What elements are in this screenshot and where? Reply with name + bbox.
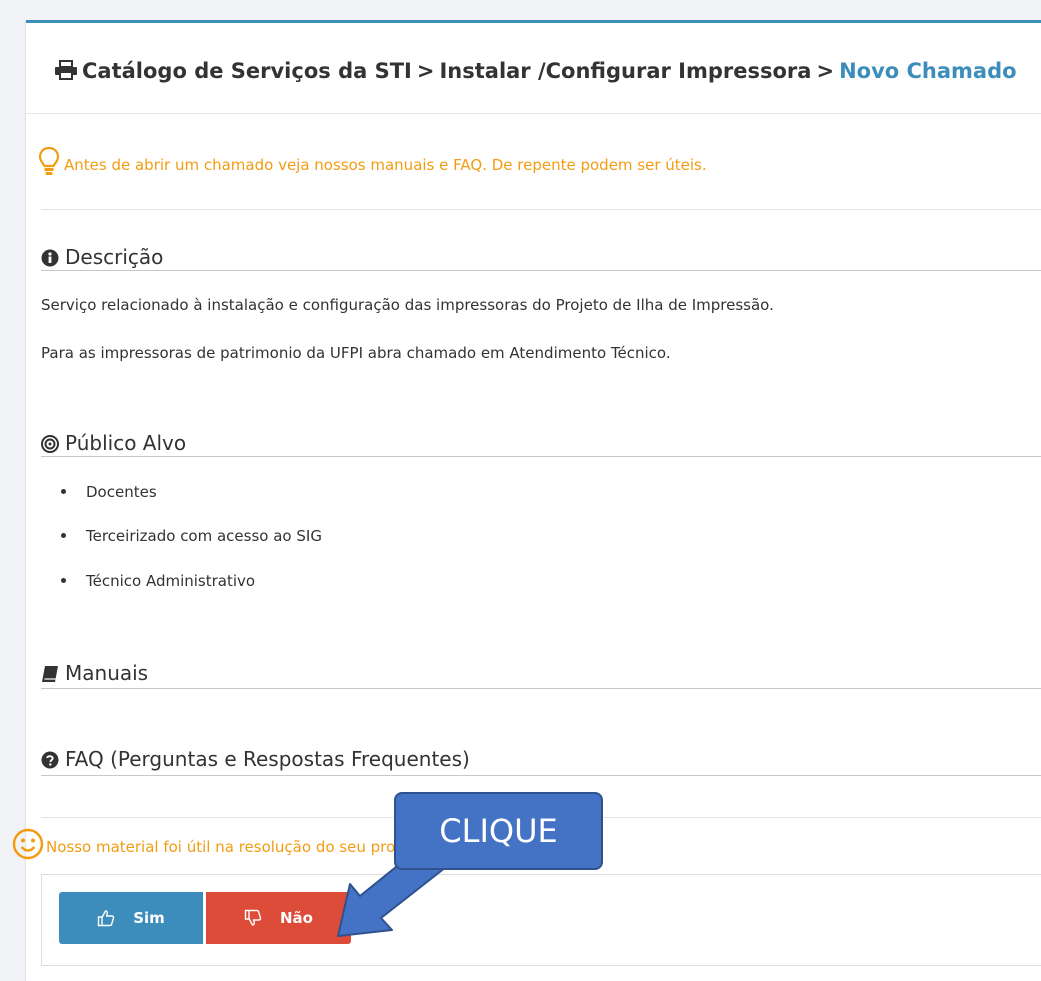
callout-label: CLIQUE [394,792,603,870]
